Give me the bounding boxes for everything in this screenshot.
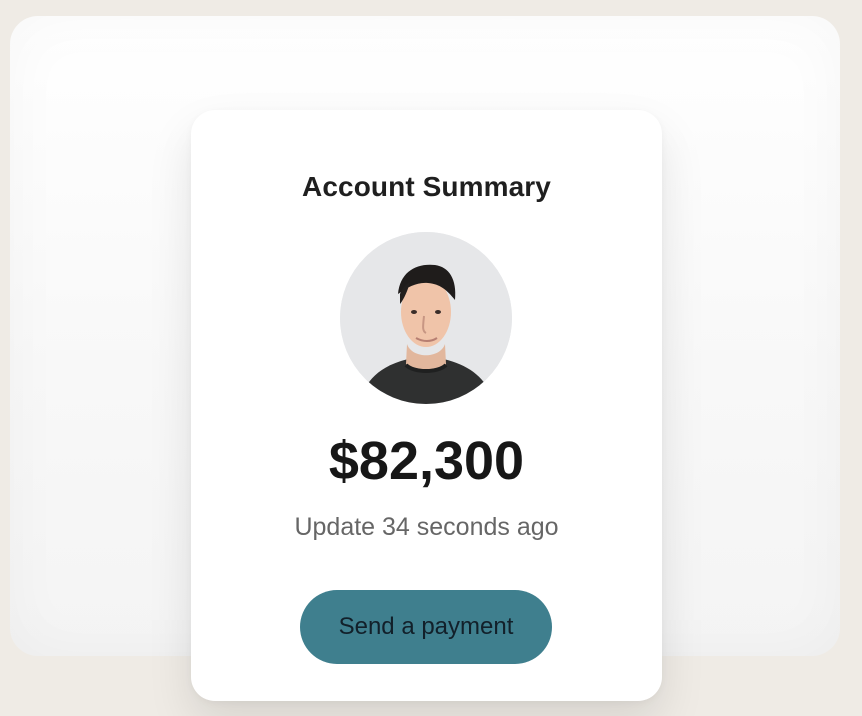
account-summary-card: Account Summary $82,300 Update 34 second…	[191, 110, 662, 701]
person-avatar-icon	[340, 232, 512, 404]
card-title: Account Summary	[302, 170, 551, 202]
avatar	[340, 232, 512, 404]
update-timestamp: Update 34 seconds ago	[294, 513, 559, 541]
account-balance: $82,300	[328, 431, 525, 491]
send-payment-button[interactable]: Send a payment	[300, 590, 552, 664]
page-root: Account Summary $82,300 Update 34 second…	[0, 0, 862, 716]
